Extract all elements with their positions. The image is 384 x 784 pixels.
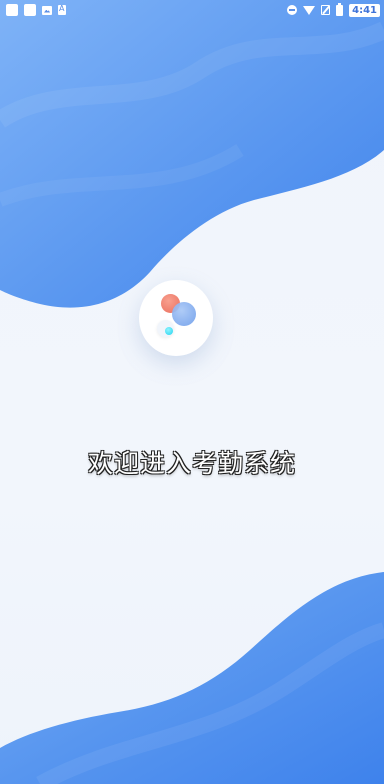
app-square-icon [24,4,36,16]
welcome-title: 欢迎进入考勤系统 [87,449,296,478]
do-not-disturb-icon [287,5,298,15]
status-bar: 4:41 [0,0,384,20]
status-bar-left [6,4,66,16]
status-time: 4:41 [349,3,380,17]
status-bar-right: 4:41 [287,2,380,17]
gallery-icon [42,5,52,15]
splash-screen: 4:41 欢迎进入考勤系统 [0,0,384,784]
wifi-icon [303,5,316,15]
no-signal-icon [321,5,331,15]
logo-blue-dot [172,302,196,326]
app-logo-icon [139,280,213,356]
logo-cyan-dot [165,327,173,335]
app-square-icon [6,4,18,16]
battery-icon [336,2,344,16]
bottom-wave [0,572,384,784]
text-a-icon [58,4,66,15]
background-waves [0,0,384,784]
